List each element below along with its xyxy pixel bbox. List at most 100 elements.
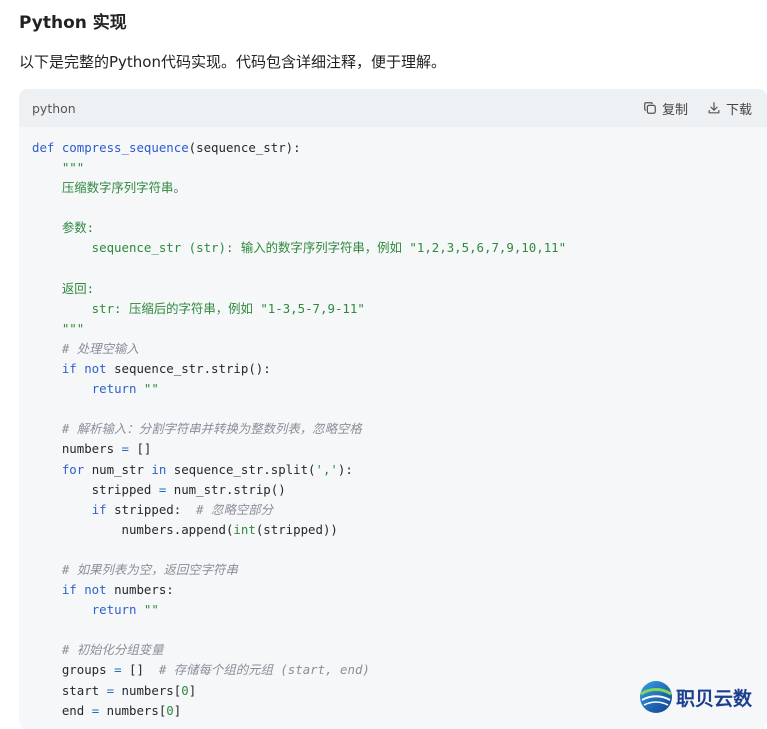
code-token: ] (188, 682, 197, 698)
code-token: numbers (32, 441, 122, 457)
brand-name: 职贝云数 (676, 687, 753, 710)
brand-watermark: 职贝云数 (638, 679, 752, 715)
code-line: def compress_sequence(sequence_str): (32, 138, 566, 158)
code-token: # 忽略空部分 (196, 501, 274, 517)
code-token: 压缩数字序列字符串。 (32, 180, 186, 196)
code-line: # 如果列表为空，返回空字符串 (32, 560, 566, 580)
copy-button[interactable]: 复制 (643, 99, 689, 118)
code-token: [] (121, 662, 159, 678)
code-token: = (121, 441, 129, 457)
code-token: "" (143, 602, 159, 618)
code-token: sequence_str.strip(): (106, 361, 271, 377)
code-token: """ (32, 320, 85, 336)
code-token: # 初始化分组变量 (32, 642, 164, 658)
code-line: numbers.append(int(stripped)) (32, 520, 566, 540)
code-token: numbers.append( (32, 521, 234, 537)
code-line: 返回: (32, 279, 566, 299)
intro-text: 以下是完整的Python代码实现。代码包含详细注释，便于理解。 (19, 53, 446, 71)
code-line: stripped = num_str.strip() (32, 480, 566, 500)
code-token: in (151, 461, 167, 477)
code-line: if stripped: # 忽略空部分 (32, 500, 566, 520)
code-token: ] (173, 702, 182, 718)
code-token: # 如果列表为空，返回空字符串 (32, 561, 238, 577)
code-token: "" (143, 381, 159, 397)
code-token: num_str.strip() (166, 481, 286, 497)
code-line: if not sequence_str.strip(): (32, 359, 566, 379)
code-token: # 处理空输入 (32, 340, 139, 356)
code-line: # 初始化分组变量 (32, 640, 566, 660)
code-line: numbers = [] (32, 439, 566, 459)
code-token: compress_sequence (61, 140, 189, 155)
code-line: sequence_str (str): 输入的数字序列字符串，例如 "1,2,3… (32, 238, 566, 258)
code-token: (stripped)) (255, 521, 338, 537)
section-heading: Python 实现 (19, 13, 127, 33)
code-token: """ (32, 160, 85, 176)
code-token: sequence_str (str): 输入的数字序列字符串，例如 "1,2,3… (32, 240, 567, 256)
code-language-label: python (32, 101, 76, 116)
code-token: end (32, 702, 92, 718)
code-token: if not (61, 582, 107, 598)
globe-logo-icon (640, 681, 672, 713)
code-token: [] (129, 441, 152, 457)
code-token: ',' (315, 461, 338, 477)
code-token: ): (337, 461, 353, 477)
code-line: if not numbers: (32, 580, 566, 600)
code-token: # 解析输入：分割字符串并转换为整数列表，忽略空格 (32, 421, 362, 437)
code-token: numbers: (106, 582, 174, 598)
copy-icon (644, 102, 656, 114)
code-token: (sequence_str): (188, 140, 301, 155)
code-token: sequence_str.split( (166, 461, 316, 477)
copy-label: 复制 (662, 102, 689, 118)
code-line: 参数: (32, 218, 566, 238)
code-block-header: python 复制 下载 (19, 89, 767, 127)
code-block: python 复制 下载 def compress_sequence(seque… (19, 89, 767, 729)
code-token: numbers[ (114, 682, 182, 698)
code-line: str: 压缩后的字符串，例如 "1-3,5-7,9-11" (32, 299, 566, 319)
code-line: # 处理空输入 (32, 339, 566, 359)
code-token: 0 (181, 682, 189, 698)
code-line: return "" (32, 600, 566, 620)
code-token: 参数: (32, 220, 95, 236)
code-token: if (91, 501, 107, 517)
code-token: stripped: (106, 501, 197, 517)
code-line: end = numbers[0] (32, 701, 566, 721)
code-token: start (32, 682, 107, 698)
code-line: 压缩数字序列字符串。 (32, 178, 566, 198)
code-line: groups = [] # 存储每个组的元组 (start, end) (32, 660, 566, 680)
code-token: 0 (166, 702, 174, 718)
download-button[interactable]: 下载 (707, 99, 753, 118)
code-token: groups (32, 662, 115, 678)
code-token: # 存储每个组的元组 (start, end) (158, 662, 370, 678)
code-token: int (233, 521, 256, 537)
code-token: if not (61, 361, 107, 377)
code-line: # 解析输入：分割字符串并转换为整数列表，忽略空格 (32, 419, 566, 439)
download-label: 下载 (726, 102, 753, 118)
code-line: """ (32, 158, 566, 178)
download-icon (708, 102, 720, 114)
code-line: for num_str in sequence_str.split(','): (32, 460, 566, 480)
code-token: 返回: (32, 280, 95, 296)
code-token: def (32, 140, 62, 155)
code-token: for (61, 461, 85, 477)
code-token: = (114, 662, 122, 678)
code-token: num_str (84, 461, 152, 477)
code-token: return (91, 381, 137, 397)
code-token: = (106, 682, 115, 698)
code-token: return (91, 602, 137, 618)
code-token: str: 压缩后的字符串，例如 "1-3,5-7,9-11" (32, 300, 365, 316)
code-content: def compress_sequence(sequence_str): """… (32, 138, 566, 721)
code-token: numbers[ (99, 702, 167, 718)
